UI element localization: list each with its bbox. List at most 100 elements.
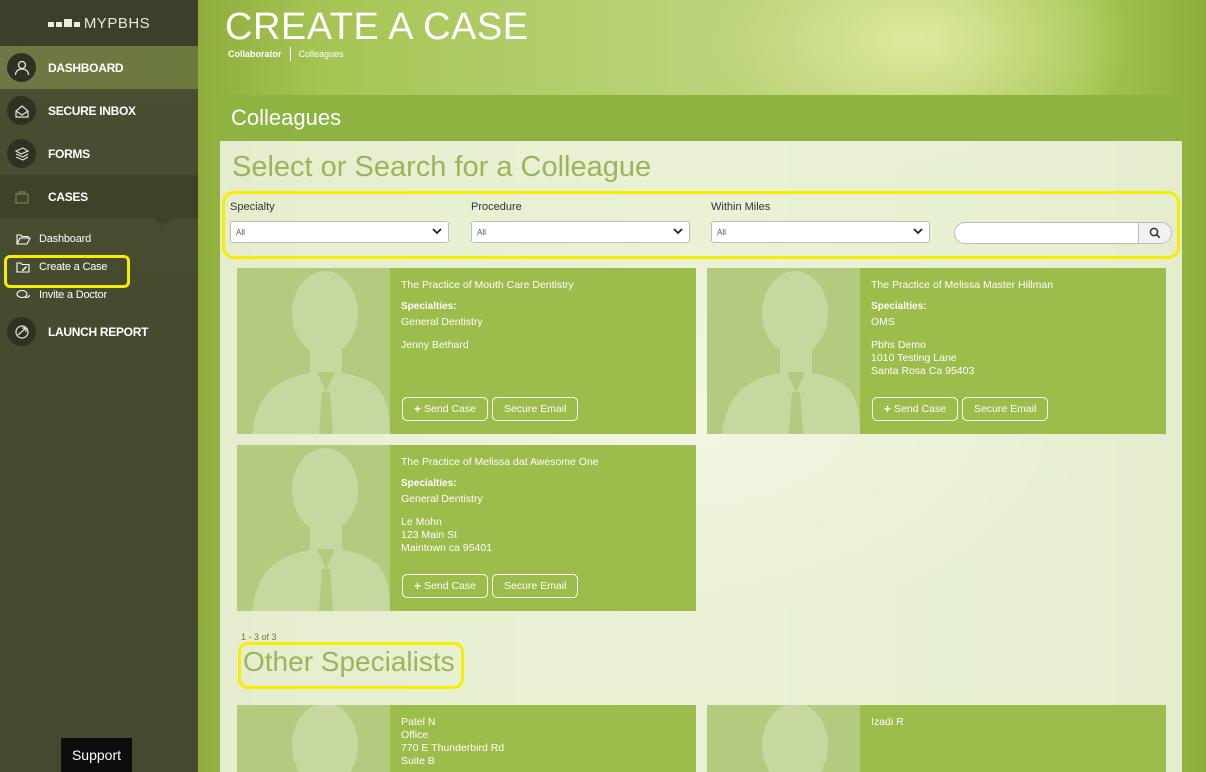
specialties-label: Specialties:: [401, 478, 457, 489]
address-line: Maintown ca 95401: [401, 542, 493, 554]
nav-forms-label: FORMS: [48, 146, 90, 161]
address-line: Pbhs Demo: [871, 339, 926, 351]
specialist-line: 770 E Thunderbird Rd: [401, 742, 505, 754]
colleague-specialty: OMS: [871, 316, 895, 328]
cases-notch: [152, 218, 172, 226]
send-case-button[interactable]: + Send Case: [402, 574, 488, 598]
specialties-label: Specialties:: [401, 301, 457, 312]
breadcrumb-collaborator[interactable]: Collaborator: [228, 49, 282, 59]
nav-cases-label: CASES: [48, 189, 88, 204]
colleague-address: Pbhs Demo 1010 Testing Lane Santa Rosa C…: [871, 339, 1155, 378]
colleague-specialty: General Dentistry: [401, 316, 483, 328]
nav-forms[interactable]: FORMS: [0, 132, 198, 175]
colleague-card: The Practice of Melissa dat Awesome One …: [237, 445, 696, 611]
send-case-button[interactable]: + Send Case: [402, 397, 488, 421]
logo-mark-icon: [47, 19, 80, 27]
specialist-info: Izadi R: [860, 705, 1166, 772]
folder-edit-icon: [15, 260, 31, 274]
secure-email-button[interactable]: Secure Email: [491, 574, 579, 598]
specialist-line: Office: [401, 729, 429, 741]
specialist-lines: Izadi R: [871, 716, 1155, 729]
main-content: CREATE A CASE Collaborator Colleagues Co…: [198, 0, 1206, 772]
plus-icon: +: [884, 402, 892, 416]
specialist-lines: Patel N Office 770 E Thunderbird Rd Suit…: [401, 716, 685, 768]
support-button[interactable]: Support: [61, 738, 132, 772]
colleague-card: The Practice of Mouth Care Dentistry Spe…: [237, 268, 696, 434]
colleague-info: The Practice of Mouth Care Dentistry Spe…: [390, 268, 696, 434]
forms-icon: [7, 139, 36, 168]
chevron-down-icon: [432, 227, 442, 237]
sub-item-create-case[interactable]: Create a Case: [0, 253, 198, 288]
filter-within-miles-label: Within Miles: [711, 201, 771, 213]
logo-text: MYPBHS: [83, 14, 151, 32]
nav-secure-inbox-label: SECURE INBOX: [48, 103, 136, 118]
address-line: Le Mohn: [401, 516, 442, 528]
specialty-select[interactable]: All: [230, 221, 449, 243]
nav-dashboard[interactable]: DASHBOARD: [0, 46, 198, 89]
sidebar: MYPBHS DASHBOARD SECURE INBOX FORMS CASE…: [0, 0, 198, 772]
colleagues-panel: Colleagues Select or Search for a Collea…: [220, 95, 1182, 772]
colleague-address: Le Mohn 123 Main St Maintown ca 95401: [401, 516, 685, 555]
nav-secure-inbox[interactable]: SECURE INBOX: [0, 89, 198, 132]
within-miles-select-value: All: [717, 227, 726, 237]
cases-submenu: Dashboard Create a Case Invite a Doctor: [0, 218, 198, 309]
search-box: [954, 222, 1172, 244]
colleague-name: The Practice of Melissa Master Hillman: [871, 279, 1054, 291]
colleague-card: The Practice of Melissa Master Hillman S…: [707, 268, 1166, 434]
secure-email-button[interactable]: Secure Email: [961, 397, 1049, 421]
avatar-placeholder-icon: [707, 705, 860, 772]
sub-item-dashboard[interactable]: Dashboard: [0, 225, 198, 253]
page-title: CREATE A CASE: [225, 6, 529, 48]
specialist-card: Izadi R: [707, 705, 1166, 772]
specialist-card: Patel N Office 770 E Thunderbird Rd Suit…: [237, 705, 696, 772]
colleague-info: The Practice of Melissa dat Awesome One …: [390, 445, 696, 611]
plus-icon: +: [414, 402, 422, 416]
panel-title: Colleagues: [220, 95, 1182, 141]
other-specialists-title: Other Specialists: [243, 646, 455, 677]
address-line: Santa Rosa Ca 95403: [871, 365, 975, 377]
logo[interactable]: MYPBHS: [0, 0, 198, 46]
nav-cases[interactable]: CASES: [0, 175, 198, 226]
avatar-placeholder-icon: [237, 268, 390, 434]
breadcrumb-colleagues[interactable]: Colleagues: [299, 49, 344, 59]
chat-bubbles-icon: [15, 288, 31, 302]
search-button[interactable]: [1138, 223, 1171, 243]
send-case-label: Send Case: [424, 580, 476, 592]
specialist-info: Patel N Office 770 E Thunderbird Rd Suit…: [390, 705, 696, 772]
search-input[interactable]: [955, 223, 1138, 243]
user-icon: [7, 53, 36, 82]
colleague-address: Jenny Bethard: [401, 339, 685, 352]
address-line: Jenny Bethard: [401, 339, 469, 351]
colleague-name: The Practice of Melissa dat Awesome One: [401, 456, 599, 468]
colleague-specialty: General Dentistry: [401, 493, 483, 505]
folder-open-icon: [15, 232, 31, 246]
procedure-select[interactable]: All: [471, 221, 690, 243]
within-miles-select[interactable]: All: [711, 221, 930, 243]
chevron-down-icon: [673, 227, 683, 237]
sub-item-invite-doctor-label: Invite a Doctor: [39, 289, 107, 301]
send-case-label: Send Case: [894, 403, 946, 415]
secure-email-button[interactable]: Secure Email: [491, 397, 579, 421]
card-actions: + Send Case Secure Email: [402, 397, 579, 421]
avatar-placeholder-icon: [707, 268, 860, 434]
nav-dashboard-label: DASHBOARD: [48, 60, 124, 75]
pager-text: 1 - 3 of 3: [241, 632, 277, 642]
send-case-button[interactable]: + Send Case: [872, 397, 958, 421]
search-icon: [1149, 227, 1161, 239]
colleague-info: The Practice of Melissa Master Hillman S…: [860, 268, 1166, 434]
procedure-select-value: All: [477, 227, 486, 237]
specialist-line: Izadi R: [871, 716, 904, 728]
breadcrumb: Collaborator Colleagues: [228, 47, 344, 61]
card-actions: + Send Case Secure Email: [402, 574, 579, 598]
sub-item-create-case-label: Create a Case: [39, 261, 108, 273]
specialty-select-value: All: [236, 227, 245, 237]
specialties-label: Specialties:: [871, 301, 927, 312]
plus-icon: +: [414, 579, 422, 593]
send-case-label: Send Case: [424, 403, 476, 415]
nav-launch-report[interactable]: LAUNCH REPORT: [0, 310, 198, 353]
card-actions: + Send Case Secure Email: [872, 397, 1049, 421]
avatar-placeholder-icon: [237, 705, 390, 772]
section-title: Select or Search for a Colleague: [232, 151, 652, 183]
filter-procedure-label: Procedure: [471, 201, 522, 213]
filter-procedure: Procedure All: [471, 201, 690, 243]
